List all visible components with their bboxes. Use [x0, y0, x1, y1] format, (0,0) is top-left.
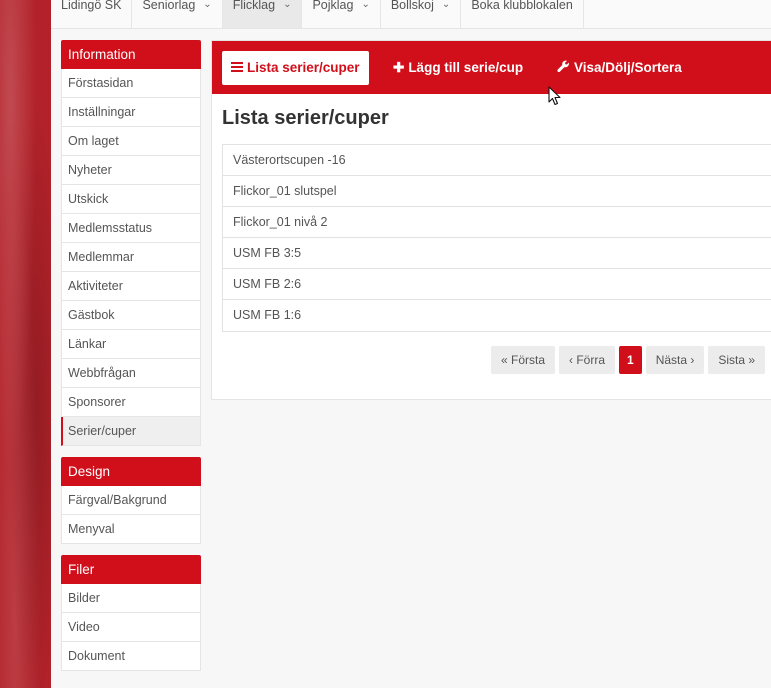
- sidebar-item-webbfragan[interactable]: Webbfrågan: [61, 359, 201, 388]
- mouse-cursor-icon: [548, 86, 561, 106]
- nav-item-label: Lidingö SK: [61, 0, 122, 12]
- nav-item-label: Seniorlag: [142, 0, 196, 12]
- sidebar-header-filer: Filer: [61, 555, 201, 584]
- pagination: « Första ‹ Förra 1 Nästa › Sista »: [491, 346, 769, 374]
- list-item[interactable]: Flickor_01 slutspel: [223, 176, 771, 207]
- sidebar-item-bilder[interactable]: Bilder: [61, 584, 201, 613]
- nav-item-label: Boka klubblokalen: [471, 0, 573, 12]
- sidebar-item-utskick[interactable]: Utskick: [61, 185, 201, 214]
- sidebar-item-fargval-bakgrund[interactable]: Färgval/Bakgrund: [61, 486, 201, 515]
- sidebar-item-menyval[interactable]: Menyval: [61, 515, 201, 544]
- main-panel: Lista serier/cuper ✚ Lägg till serie/cup …: [211, 40, 771, 400]
- list-item[interactable]: USM FB 1:6: [223, 300, 771, 331]
- sidebar-item-sponsorer[interactable]: Sponsorer: [61, 388, 201, 417]
- bars-icon: [231, 62, 243, 72]
- chevron-down-icon: ⌄: [361, 0, 370, 10]
- nav-item-label: Flicklag: [232, 0, 276, 12]
- previous-page-button[interactable]: ‹ Förra: [559, 346, 616, 374]
- sidebar-item-video[interactable]: Video: [61, 613, 201, 642]
- sidebar-item-gastbok[interactable]: Gästbok: [61, 301, 201, 330]
- nav-item-boka-klubblokalen[interactable]: Boka klubblokalen: [461, 0, 584, 28]
- wrench-icon: [557, 51, 570, 85]
- sidebar-item-forstasidan[interactable]: Förstasidan: [61, 69, 201, 98]
- add-series-label: Lägg till serie/cup: [408, 60, 524, 75]
- nav-item-label: Pojklag: [312, 0, 354, 12]
- list-series-label: Lista serier/cuper: [247, 60, 360, 75]
- list-item[interactable]: Västerortscupen -16: [223, 145, 771, 176]
- current-page-button[interactable]: 1: [619, 346, 642, 374]
- sidebar-item-lankar[interactable]: Länkar: [61, 330, 201, 359]
- nav-item-flicklag[interactable]: Flicklag ⌄: [222, 0, 303, 28]
- background-image: [0, 0, 51, 688]
- show-hide-sort-button[interactable]: Visa/Dölj/Sortera: [548, 51, 691, 85]
- sidebar-group-information: Information Förstasidan Inställningar Om…: [61, 40, 201, 446]
- list-item[interactable]: Flickor_01 nivå 2: [223, 207, 771, 238]
- chevron-down-icon: ⌄: [441, 0, 451, 10]
- sidebar-header-information: Information: [61, 40, 201, 69]
- sidebar-item-dokument[interactable]: Dokument: [61, 642, 201, 671]
- nav-item-pojklag[interactable]: Pojklag ⌄: [302, 0, 381, 28]
- toolbar: Lista serier/cuper ✚ Lägg till serie/cup …: [212, 41, 771, 94]
- top-navigation: Lidingö SK Seniorlag ⌄ Flicklag ⌄ Pojklag ⌄…: [51, 0, 771, 29]
- nav-item-bollskoj[interactable]: Bollskoj ⌄: [381, 0, 462, 28]
- nav-item-lidingo-sk[interactable]: Lidingö SK: [51, 0, 133, 28]
- sidebar-header-design: Design: [61, 457, 201, 486]
- list-item[interactable]: USM FB 2:6: [223, 269, 771, 300]
- chevron-down-icon: ⌄: [283, 0, 292, 10]
- sidebar-item-om-laget[interactable]: Om laget: [61, 127, 201, 156]
- sidebar-item-aktiviteter[interactable]: Aktiviteter: [61, 272, 201, 301]
- page: Lidingö SK Seniorlag ⌄ Flicklag ⌄ Pojklag ⌄…: [51, 0, 771, 688]
- sidebar: Information Förstasidan Inställningar Om…: [61, 40, 201, 682]
- sidebar-item-installningar[interactable]: Inställningar: [61, 98, 201, 127]
- page-title: Lista serier/cuper: [222, 107, 389, 129]
- nav-item-seniorlag[interactable]: Seniorlag ⌄: [132, 0, 223, 28]
- series-list: Västerortscupen -16 Flickor_01 slutspel …: [222, 144, 771, 332]
- sidebar-item-nyheter[interactable]: Nyheter: [61, 156, 201, 185]
- next-page-button[interactable]: Nästa ›: [645, 346, 705, 374]
- first-page-button[interactable]: « Första: [491, 346, 556, 374]
- nav-item-label: Bollskoj: [390, 0, 434, 12]
- sidebar-item-serier-cuper[interactable]: Serier/cuper: [61, 417, 201, 446]
- sidebar-group-design: Design Färgval/Bakgrund Menyval: [61, 457, 201, 544]
- last-page-button[interactable]: Sista »: [708, 346, 766, 374]
- list-series-button[interactable]: Lista serier/cuper: [222, 51, 369, 85]
- chevron-down-icon: ⌄: [203, 0, 212, 10]
- sidebar-item-medlemsstatus[interactable]: Medlemsstatus: [61, 214, 201, 243]
- list-item[interactable]: USM FB 3:5: [223, 238, 771, 269]
- sidebar-group-filer: Filer Bilder Video Dokument: [61, 555, 201, 671]
- add-series-button[interactable]: ✚ Lägg till serie/cup: [384, 51, 532, 85]
- sidebar-item-medlemmar[interactable]: Medlemmar: [61, 243, 201, 272]
- show-hide-sort-label: Visa/Dölj/Sortera: [574, 60, 682, 75]
- plus-icon: ✚: [393, 60, 405, 75]
